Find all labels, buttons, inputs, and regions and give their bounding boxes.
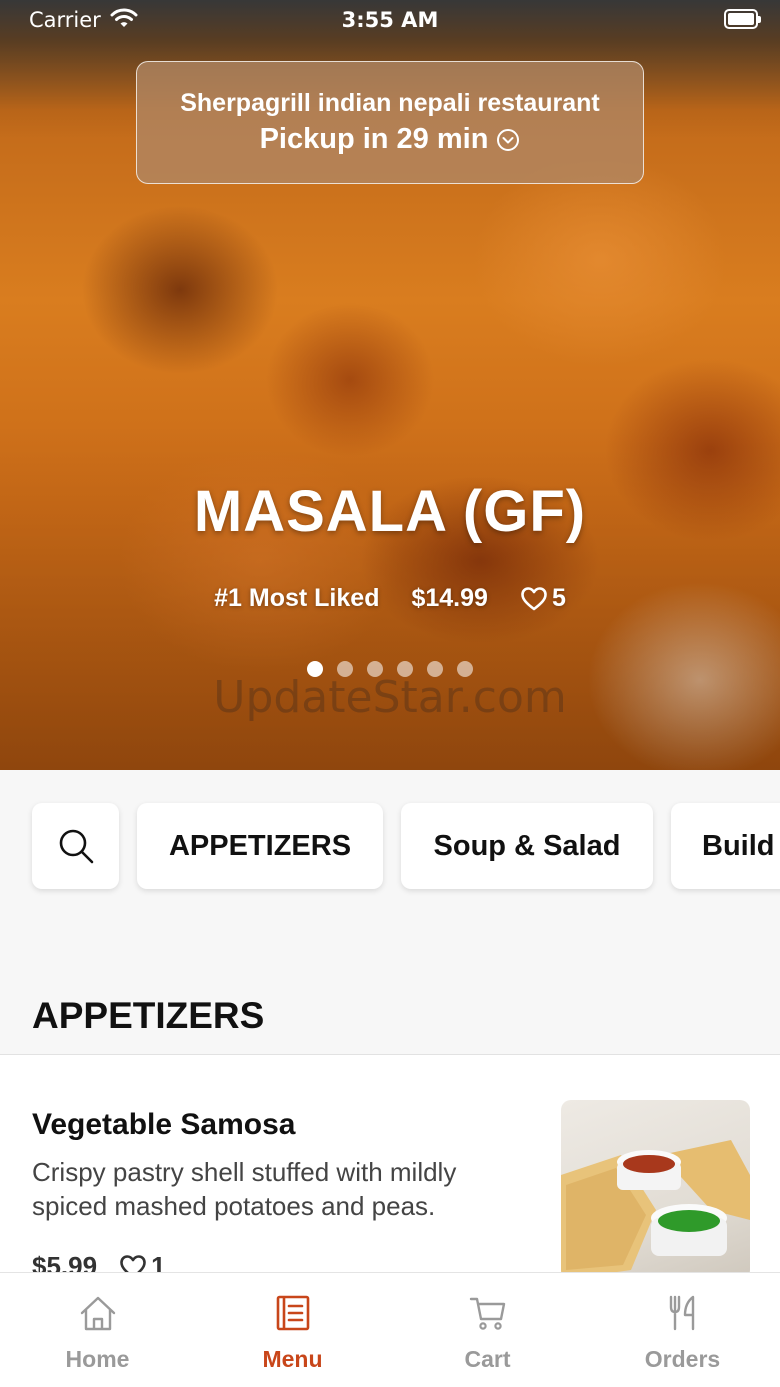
watermark: UpdateStar.com (213, 672, 567, 723)
tab-orders[interactable]: Orders (585, 1273, 780, 1387)
tab-cart[interactable]: Cart (390, 1273, 585, 1387)
featured-item-meta: #1 Most Liked $14.99 5 (0, 584, 780, 613)
search-button[interactable] (32, 803, 119, 889)
pickup-time[interactable]: Pickup in 29 min (137, 123, 643, 156)
category-chip-appetizers[interactable]: APPETIZERS (137, 803, 383, 889)
featured-rank: #1 Most Liked (214, 584, 380, 612)
heart-icon (521, 586, 547, 610)
section-title: APPETIZERS (32, 995, 265, 1036)
hero-banner[interactable]: Carrier 3:55 AM Sherpagrill indian nepal… (0, 0, 780, 770)
status-time: 3:55 AM (341, 8, 439, 32)
category-chip-soup-salad[interactable]: Soup & Salad (401, 803, 653, 889)
home-icon (80, 1296, 115, 1331)
search-icon (59, 829, 93, 864)
restaurant-name: Sherpagrill indian nepali restaurant (180, 89, 600, 117)
tab-label: Orders (644, 1346, 721, 1372)
chevron-down-circle-icon (497, 128, 520, 151)
tab-menu[interactable]: Menu (195, 1273, 390, 1387)
category-chip-build[interactable]: Build (671, 803, 780, 889)
tab-label: Menu (262, 1346, 323, 1372)
tab-bar: Home Menu Cart Orders (0, 1272, 780, 1387)
tab-label: Cart (464, 1346, 511, 1372)
menu-item[interactable]: Vegetable Samosa Crispy pastry shell stu… (0, 1055, 780, 1295)
menu-icon (276, 1295, 309, 1331)
category-bar: APPETIZERS Soup & Salad Build (0, 770, 780, 940)
menu-item-name: Vegetable Samosa (32, 1108, 296, 1141)
featured-price: $14.99 (411, 584, 488, 612)
cart-icon (469, 1297, 505, 1330)
featured-item-title: MASALA (GF) (193, 479, 587, 544)
tab-label: Home (65, 1346, 130, 1372)
status-bar: Carrier 3:55 AM (0, 0, 780, 40)
pickup-label: Pickup in 29 min (259, 123, 489, 155)
battery-icon (724, 9, 761, 29)
featured-likes: 5 (520, 584, 566, 613)
pickup-selector[interactable]: Sherpagrill indian nepali restaurant Pic… (136, 61, 644, 184)
samosa-photo-illustration (561, 1140, 750, 1280)
fork-knife-icon (669, 1295, 694, 1331)
menu-item-photo (561, 1100, 750, 1280)
menu-item-description: Crispy pastry shell stuffed with mildly … (32, 1157, 457, 1221)
tab-home[interactable]: Home (0, 1273, 195, 1387)
featured-likes-count: 5 (551, 584, 566, 612)
